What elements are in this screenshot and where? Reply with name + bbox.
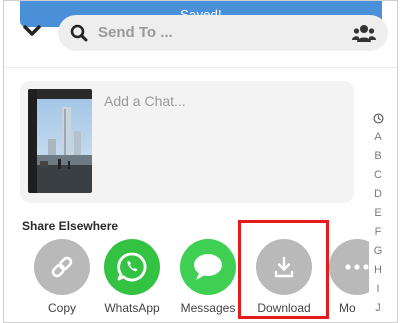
index-letter[interactable]: E bbox=[374, 204, 381, 223]
messages-icon bbox=[194, 254, 222, 280]
recents-clock-icon[interactable] bbox=[372, 113, 384, 124]
index-letter[interactable]: F bbox=[375, 223, 382, 242]
search-placeholder: Send To ... bbox=[98, 24, 173, 41]
share-sheet: Saved! Send To ... Add a Chat... A B C D… bbox=[3, 0, 398, 323]
download-icon bbox=[274, 256, 294, 278]
index-letter[interactable]: H bbox=[374, 261, 382, 280]
chat-card: Add a Chat... bbox=[20, 81, 354, 203]
snap-preview-image bbox=[28, 89, 92, 193]
index-letter[interactable]: A bbox=[374, 128, 381, 147]
more-icon bbox=[345, 264, 369, 270]
header-divider bbox=[4, 67, 397, 68]
share-download-button[interactable]: Download bbox=[249, 239, 319, 322]
link-icon bbox=[51, 256, 73, 278]
whatsapp-icon bbox=[117, 252, 147, 282]
search-icon bbox=[70, 24, 88, 42]
share-download-label: Download bbox=[257, 301, 311, 315]
share-elsewhere-heading: Share Elsewhere bbox=[22, 219, 119, 233]
index-letter[interactable]: G bbox=[374, 242, 383, 261]
new-group-icon[interactable] bbox=[352, 23, 376, 43]
share-messages-label: Messages bbox=[180, 301, 236, 315]
index-letter[interactable]: I bbox=[376, 280, 379, 299]
index-letter[interactable]: J bbox=[375, 299, 381, 318]
share-more-label: Mo bbox=[339, 301, 356, 315]
share-more-circle bbox=[329, 239, 369, 295]
share-copy-button[interactable]: Copy bbox=[27, 239, 97, 322]
alphabet-index[interactable]: A B C D E F G H I J bbox=[368, 111, 388, 318]
share-whatsapp-button[interactable]: WhatsApp bbox=[97, 239, 167, 322]
share-messages-button[interactable]: Messages bbox=[173, 239, 243, 322]
search-input[interactable]: Send To ... bbox=[58, 15, 388, 51]
share-whatsapp-label: WhatsApp bbox=[104, 301, 160, 315]
add-chat-input[interactable]: Add a Chat... bbox=[104, 93, 186, 109]
collapse-button[interactable] bbox=[18, 21, 46, 41]
index-letter[interactable]: C bbox=[374, 166, 382, 185]
index-letter[interactable]: D bbox=[374, 185, 382, 204]
share-copy-label: Copy bbox=[47, 301, 76, 315]
snap-thumbnail[interactable] bbox=[28, 89, 92, 193]
share-messages-circle bbox=[180, 239, 236, 295]
share-download-circle bbox=[256, 239, 312, 295]
index-letter[interactable]: B bbox=[374, 147, 381, 166]
chevron-down-icon bbox=[23, 25, 41, 36]
share-more-button[interactable]: Mo bbox=[329, 239, 369, 322]
share-copy-circle bbox=[34, 239, 90, 295]
share-whatsapp-circle bbox=[104, 239, 160, 295]
